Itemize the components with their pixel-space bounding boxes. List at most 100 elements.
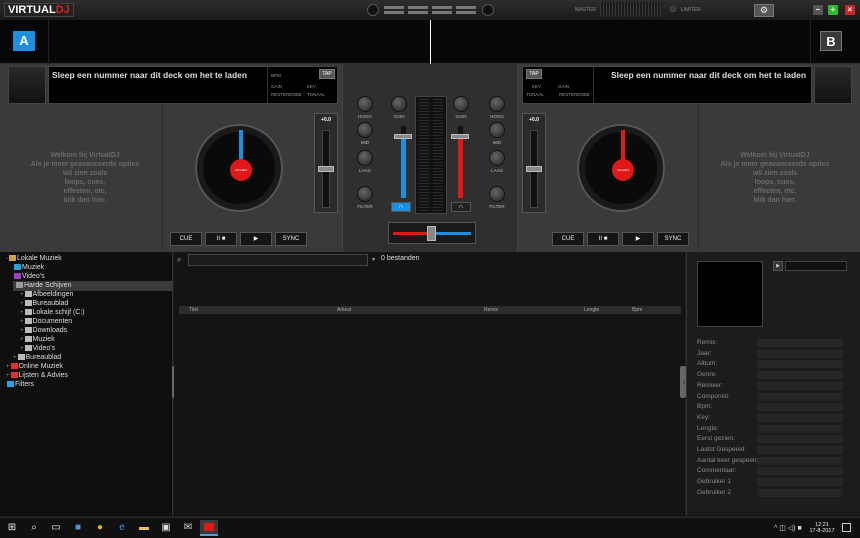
info-field-value[interactable]	[757, 413, 843, 422]
deck-b-filter-knob[interactable]	[489, 186, 505, 202]
info-field-value[interactable]	[757, 435, 843, 444]
deck-a-jogwheel[interactable]: VirtualDJ	[195, 124, 283, 212]
tree-expander[interactable]: -	[13, 283, 15, 289]
deck-b-welcome-text[interactable]: Welkom bij VirtualDJ Als je meer geavanc…	[700, 151, 850, 205]
info-field-value[interactable]	[757, 467, 843, 476]
chrome-icon[interactable]: ●	[94, 522, 106, 534]
edge-icon[interactable]: e	[116, 522, 128, 534]
notifications-icon[interactable]	[842, 523, 851, 532]
windows-icon[interactable]: ⊞	[6, 522, 18, 534]
info-field-value[interactable]	[757, 360, 843, 369]
deck-a-eq-mid-knob[interactable]	[357, 122, 373, 138]
tree-expander[interactable]: +	[20, 346, 24, 352]
deck-b-play-button[interactable]: ▶	[622, 232, 654, 246]
info-field-value[interactable]	[757, 371, 843, 380]
deck-a-play-button[interactable]: ▶	[240, 232, 272, 246]
waveform-divider	[48, 20, 49, 64]
store-icon[interactable]: ▣	[160, 522, 172, 534]
tree-expander[interactable]: +	[20, 310, 24, 316]
tray-icons[interactable]: ^ ◫ ◁) ■	[774, 524, 802, 532]
settings-button[interactable]: ⚙	[754, 4, 774, 17]
master-volume-knob[interactable]	[367, 4, 379, 16]
column-titel[interactable]: Titel	[189, 307, 198, 313]
master-meter	[600, 2, 662, 17]
deck-a-letter[interactable]: A	[13, 31, 35, 51]
deck-b-letter[interactable]: B	[820, 31, 842, 51]
info-field-value[interactable]	[757, 381, 843, 390]
deck-b-volume-fader[interactable]	[451, 134, 469, 139]
minimize-button[interactable]: –	[813, 5, 823, 15]
deck-a-welcome-text[interactable]: Welkom bij VirtualDJ Als je meer geavanc…	[10, 151, 160, 205]
maximize-button[interactable]: +	[828, 5, 838, 15]
deck-b-pause-button[interactable]: II ■	[587, 232, 619, 246]
deck-a-tap-button[interactable]: TAP	[319, 69, 335, 79]
taskbar-clock[interactable]: 12:21 17-8-2017	[808, 522, 836, 534]
tree-expander[interactable]: +	[20, 328, 24, 334]
info-field-value[interactable]	[757, 392, 843, 401]
deck-b-headphone-button[interactable]: ∩	[451, 202, 471, 212]
limiter-led[interactable]	[670, 6, 676, 12]
tree-expander[interactable]: -	[6, 256, 8, 262]
deck-a-cue-button[interactable]: CUE	[170, 232, 202, 246]
info-field-value[interactable]	[757, 446, 843, 454]
deck-a-pitch-slider[interactable]	[318, 166, 334, 172]
headphone-volume-knob[interactable]	[482, 4, 494, 16]
mail-icon[interactable]: ✉	[182, 522, 194, 534]
info-field-value[interactable]	[757, 403, 843, 412]
deck-a-info[interactable]: Sleep een nummer naar dit deck om het te…	[48, 66, 338, 104]
deck-a-volume-fader[interactable]	[394, 134, 412, 139]
info-field-value[interactable]	[757, 488, 843, 497]
tree-expander[interactable]: +	[6, 364, 10, 370]
column-bpm[interactable]: Bpm	[632, 307, 642, 313]
tree-expander[interactable]: +	[20, 301, 24, 307]
info-play-icon[interactable]: ▶	[773, 261, 783, 271]
crossfader[interactable]	[388, 222, 476, 244]
info-preview-bar[interactable]	[785, 261, 847, 271]
save-icon[interactable]: ■	[72, 522, 84, 534]
deck-a-pause-button[interactable]: II ■	[205, 232, 237, 246]
deck-a-filter-knob[interactable]	[357, 186, 373, 202]
tree-expander[interactable]: +	[6, 373, 10, 379]
crossfader-handle[interactable]	[427, 226, 436, 241]
deck-b-info[interactable]: TAP KEY GAIN TONAAL RESTERENDE Sleep een…	[522, 66, 812, 104]
info-field-value[interactable]	[757, 424, 843, 433]
column-remix[interactable]: Remix	[484, 307, 498, 313]
explorer-icon[interactable]: ▬	[138, 522, 150, 534]
deck-a-headphone-button[interactable]: ∩	[391, 202, 411, 212]
info-field: Gebruiker 2	[697, 488, 859, 497]
info-field-value[interactable]	[757, 456, 843, 465]
info-field-value[interactable]	[757, 478, 843, 487]
column-artiest[interactable]: Artiest	[337, 307, 351, 313]
deck-b-cue-button[interactable]: CUE	[552, 232, 584, 246]
deck-a-eq-low-knob[interactable]	[357, 150, 373, 166]
waveform-display[interactable]: A B	[0, 20, 860, 64]
info-field-value[interactable]	[757, 339, 843, 347]
deck-b-eq-mid-knob[interactable]	[489, 122, 505, 138]
tree-expander[interactable]: +	[13, 355, 17, 361]
close-button[interactable]: ×	[845, 5, 855, 15]
deck-b-cover[interactable]	[814, 66, 852, 104]
dropdown-arrow-icon[interactable]: ▾	[372, 256, 375, 263]
deck-b-eq-high-knob[interactable]	[489, 96, 505, 112]
deck-a-cover[interactable]	[8, 66, 46, 104]
search-icon-taskbar[interactable]: ⌕	[28, 522, 40, 534]
deck-b-pitch-slider[interactable]	[526, 166, 542, 172]
deck-b-gain-knob[interactable]	[453, 96, 469, 112]
virtualdj-taskbar-button[interactable]	[200, 520, 218, 536]
tree-item[interactable]: Filters	[6, 380, 34, 390]
deck-b-eq-low-knob[interactable]	[489, 150, 505, 166]
search-input[interactable]	[188, 254, 368, 266]
info-field-value[interactable]	[757, 349, 843, 358]
tree-expander[interactable]: +	[20, 319, 24, 325]
tree-expander[interactable]: +	[20, 337, 24, 343]
deck-a-sync-button[interactable]: SYNC	[275, 232, 307, 246]
tree-expander[interactable]: +	[20, 292, 24, 298]
deck-a-gain-knob[interactable]	[391, 96, 407, 112]
deck-b-tap-button[interactable]: TAP	[526, 69, 542, 79]
column-lengte[interactable]: Lengte	[584, 307, 599, 313]
deck-b-sync-button[interactable]: SYNC	[657, 232, 689, 246]
deck-b-jogwheel[interactable]: VirtualDJ	[577, 124, 665, 212]
deck-a-eq-high-knob[interactable]	[357, 96, 373, 112]
search-icon[interactable]: ⌕	[177, 255, 187, 265]
task-view-icon[interactable]: ▭	[50, 522, 62, 534]
